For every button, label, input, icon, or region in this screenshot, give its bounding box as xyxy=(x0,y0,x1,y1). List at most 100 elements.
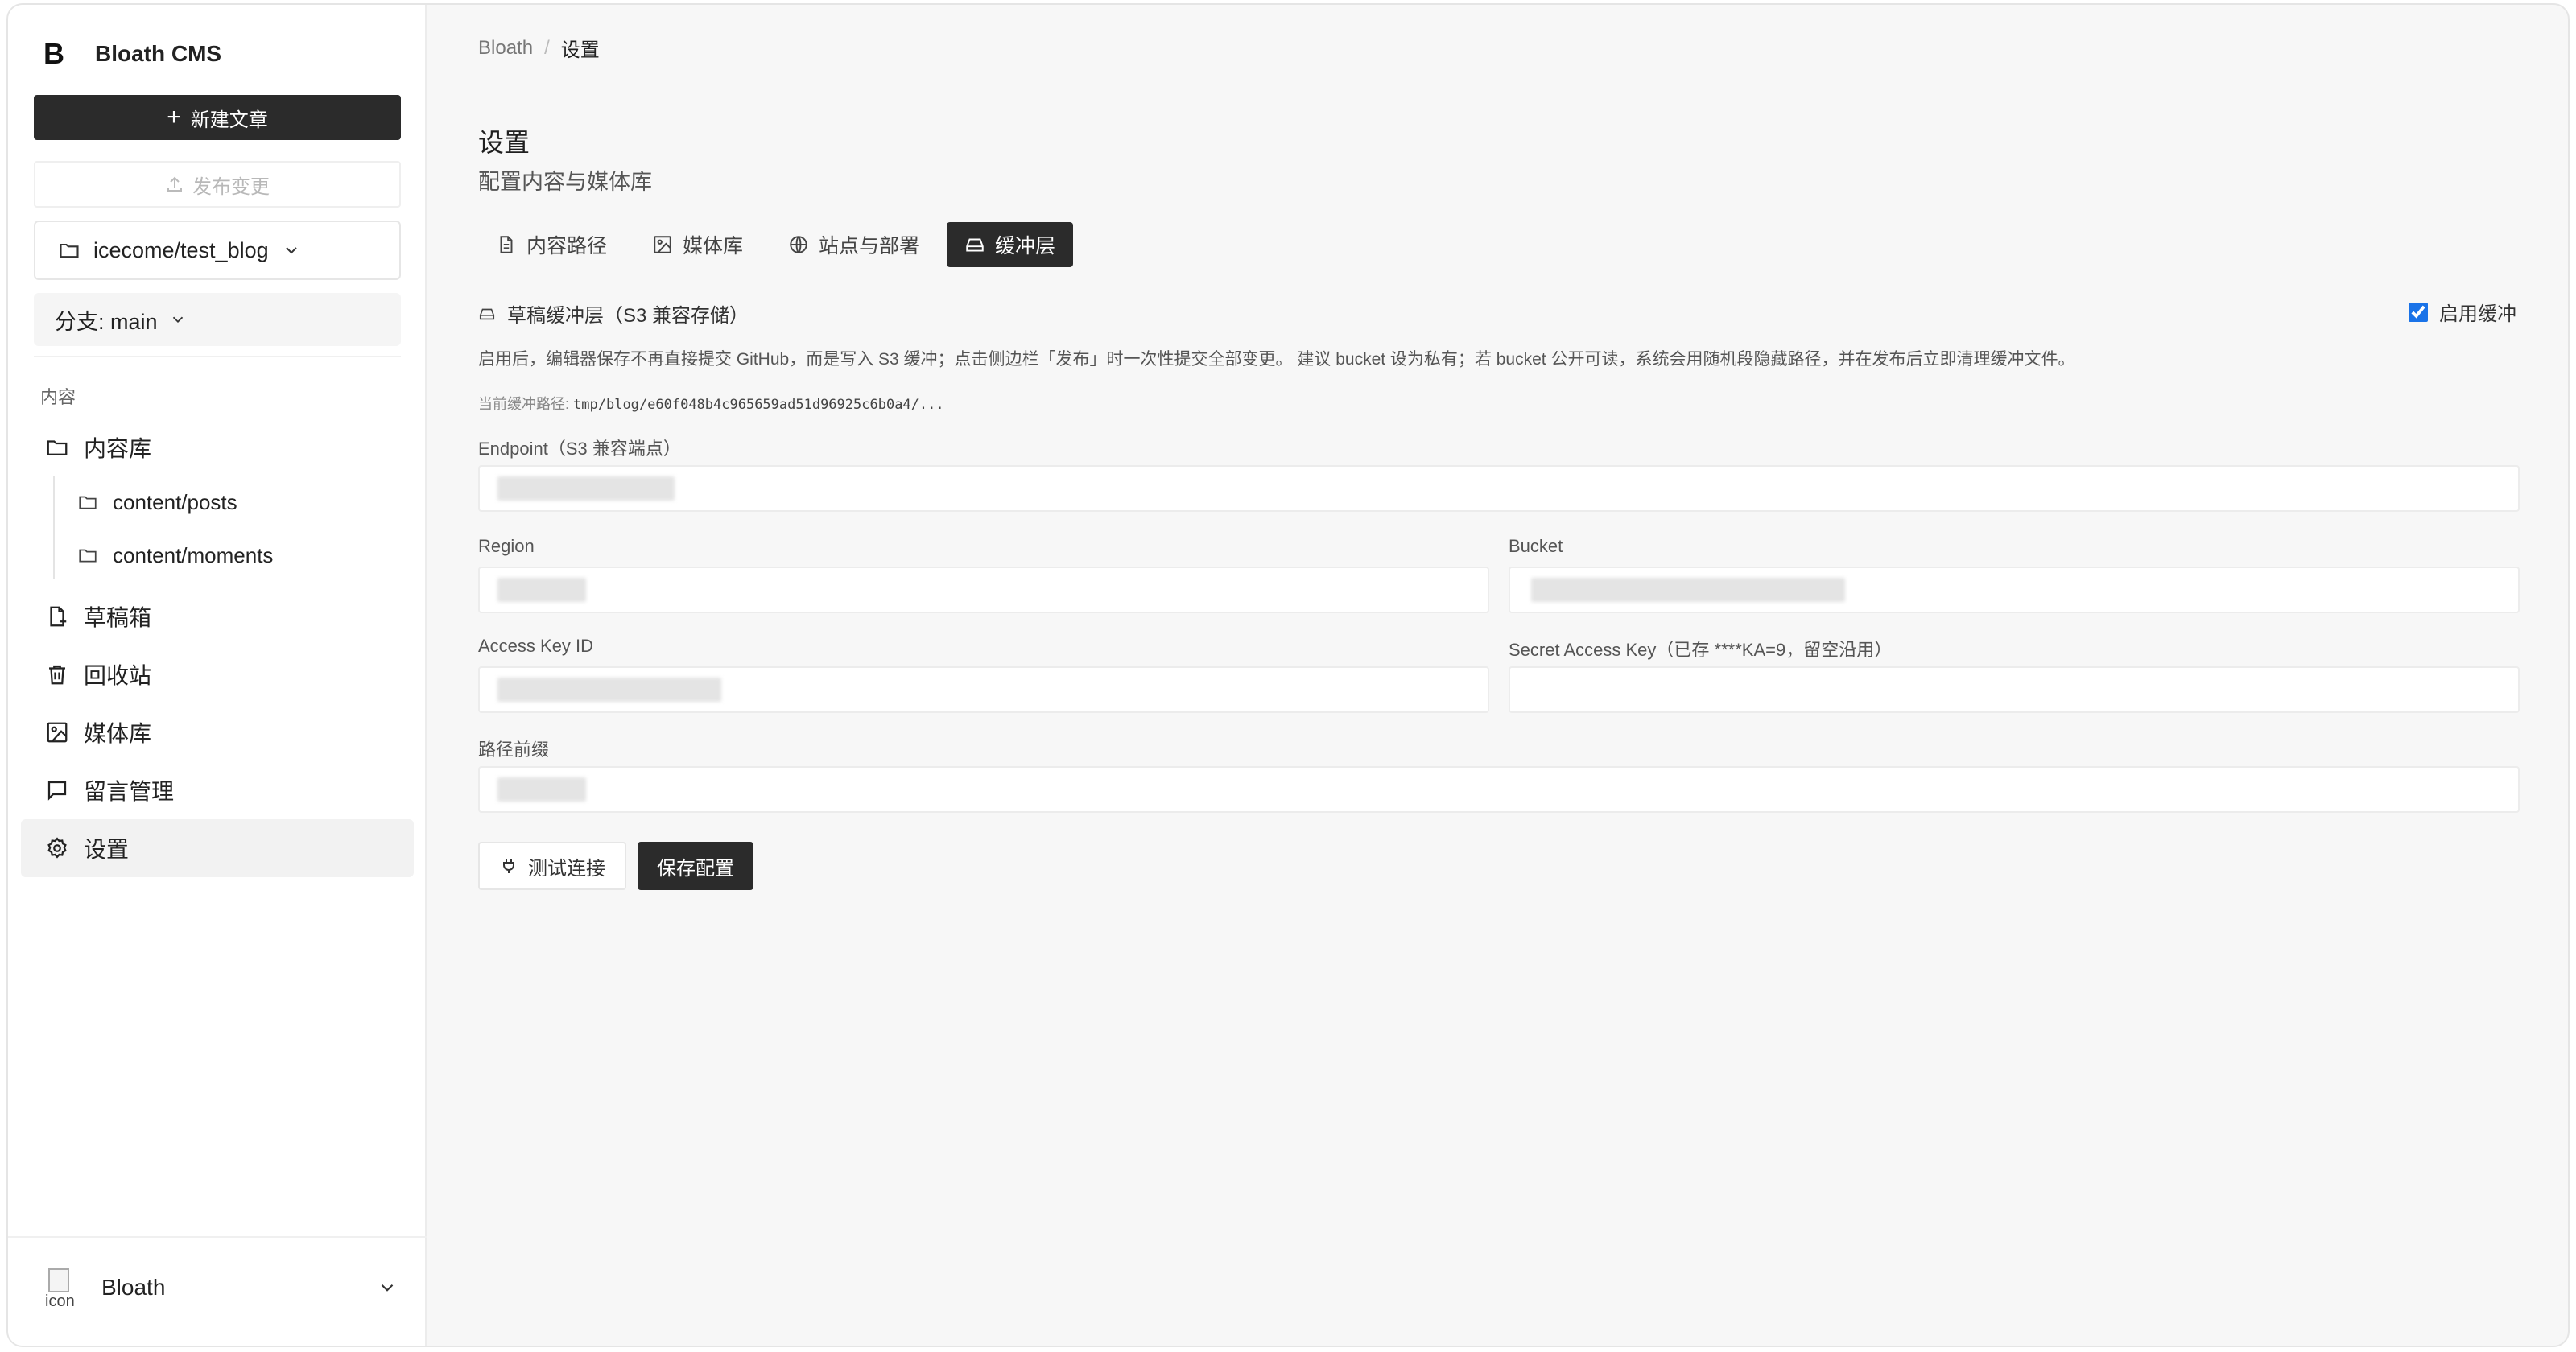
plug-icon xyxy=(499,856,518,876)
redacted-value xyxy=(497,476,675,501)
avatar-alt-text: icon xyxy=(45,1292,75,1310)
gear-icon xyxy=(45,836,71,860)
endpoint-label: Endpoint（S3 兼容端点） xyxy=(478,439,681,459)
user-name: Bloath xyxy=(101,1275,166,1300)
redacted-value xyxy=(497,777,586,802)
hard-drive-icon xyxy=(964,234,985,255)
cache-section-heading: 草稿缓冲层（S3 兼容存储） xyxy=(478,299,749,328)
user-menu[interactable]: icon Bloath xyxy=(43,1265,398,1310)
breadcrumb-separator: / xyxy=(544,36,550,59)
image-icon xyxy=(652,234,673,255)
sidebar-item-settings[interactable]: 设置 xyxy=(21,819,414,877)
repo-name: icecome/test_blog xyxy=(93,237,269,262)
settings-tabs: 内容路径 媒体库 站点与部署 缓冲层 xyxy=(478,222,1083,267)
chevron-down-icon xyxy=(169,311,187,328)
tab-label: 站点与部署 xyxy=(819,235,920,258)
sidebar: B Bloath CMS + 新建文章 发布变更 icecome/test_bl… xyxy=(8,5,427,1346)
globe-icon xyxy=(788,234,809,255)
brand[interactable]: B Bloath CMS xyxy=(43,37,221,71)
endpoint-input[interactable] xyxy=(478,465,2520,512)
upload-icon xyxy=(167,176,182,192)
sidebar-item-posts[interactable]: content/posts xyxy=(77,480,237,525)
cache-path-label: 当前缓冲路径: xyxy=(478,396,570,412)
sidebar-item-label: 内容库 xyxy=(84,436,152,461)
tree-line xyxy=(53,476,55,579)
save-config-button[interactable]: 保存配置 xyxy=(638,842,753,890)
brand-name: Bloath CMS xyxy=(95,41,222,66)
enable-cache-label: 启用缓冲 xyxy=(2439,303,2516,325)
breadcrumb-current: 设置 xyxy=(560,39,600,61)
redacted-value xyxy=(497,678,721,702)
publish-changes-button[interactable]: 发布变更 xyxy=(34,161,401,208)
secret-key-input[interactable] xyxy=(1509,666,2520,713)
new-post-button[interactable]: + 新建文章 xyxy=(34,95,401,140)
folder-icon xyxy=(77,492,98,513)
folder-icon xyxy=(58,239,80,262)
region-label: Region xyxy=(478,536,535,556)
redacted-value xyxy=(1531,578,1845,602)
test-connection-button[interactable]: 测试连接 xyxy=(478,842,626,890)
sidebar-item-trash[interactable]: 回收站 xyxy=(34,650,401,699)
user-divider xyxy=(8,1236,427,1238)
sidebar-item-drafts[interactable]: 草稿箱 xyxy=(34,592,401,641)
tab-cache-layer[interactable]: 缓冲层 xyxy=(947,222,1074,267)
path-prefix-label: 路径前缀 xyxy=(478,740,550,760)
file-text-icon xyxy=(496,234,517,255)
enable-cache-checkbox[interactable] xyxy=(2409,302,2428,322)
page-subtitle: 配置内容与媒体库 xyxy=(478,170,652,194)
sidebar-item-library[interactable]: 内容库 xyxy=(34,423,401,472)
enable-cache-toggle[interactable]: 启用缓冲 xyxy=(2409,298,2516,326)
tab-content-path[interactable]: 内容路径 xyxy=(478,222,625,267)
publish-label: 发布变更 xyxy=(192,175,270,198)
access-key-label: Access Key ID xyxy=(478,636,594,656)
sidebar-item-label: content/posts xyxy=(113,489,237,514)
sidebar-divider xyxy=(34,356,401,357)
cache-description: 启用后，编辑器保存不再直接提交 GitHub，而是写入 S3 缓冲；点击侧边栏「… xyxy=(478,350,2075,369)
chevron-down-icon xyxy=(282,241,301,260)
region-input[interactable] xyxy=(478,567,1489,613)
image-icon xyxy=(45,720,71,744)
tab-media[interactable]: 媒体库 xyxy=(634,222,761,267)
trash-icon xyxy=(45,662,71,686)
avatar: icon xyxy=(43,1265,92,1310)
cache-heading-text: 草稿缓冲层（S3 兼容存储） xyxy=(507,305,749,327)
bucket-input[interactable] xyxy=(1509,567,2520,613)
main-content: Bloath / 设置 设置 配置内容与媒体库 内容路径 媒体库 站点与部署 缓… xyxy=(427,5,2568,1346)
page-title: 设置 xyxy=(478,128,530,157)
sidebar-item-moments[interactable]: content/moments xyxy=(77,533,273,578)
cache-path: 当前缓冲路径: tmp/blog/e60f048b4c965659ad51d96… xyxy=(478,393,944,414)
sidebar-item-media[interactable]: 媒体库 xyxy=(34,708,401,756)
app-window: B Bloath CMS + 新建文章 发布变更 icecome/test_bl… xyxy=(6,3,2570,1347)
plus-icon: + xyxy=(167,104,181,130)
new-post-label: 新建文章 xyxy=(190,109,268,131)
redacted-value xyxy=(497,578,586,602)
cache-path-value: tmp/blog/e60f048b4c965659ad51d96925c6b0a… xyxy=(573,397,944,413)
test-connection-label: 测试连接 xyxy=(528,857,605,880)
sidebar-item-label: 草稿箱 xyxy=(84,605,152,630)
tab-label: 内容路径 xyxy=(526,235,608,258)
sidebar-item-label: 设置 xyxy=(84,837,130,862)
chevron-down-icon xyxy=(377,1277,398,1298)
broken-image-icon xyxy=(48,1268,69,1292)
repo-selector[interactable]: icecome/test_blog xyxy=(34,221,401,280)
file-plus-icon xyxy=(45,604,71,629)
bucket-label: Bucket xyxy=(1509,536,1563,556)
tab-site-deploy[interactable]: 站点与部署 xyxy=(770,222,937,267)
folder-icon xyxy=(45,435,71,460)
hard-drive-icon xyxy=(478,305,496,323)
sidebar-item-label: 回收站 xyxy=(84,663,152,688)
breadcrumb: Bloath / 设置 xyxy=(478,34,600,62)
brand-logo: B xyxy=(43,37,64,70)
sidebar-item-label: content/moments xyxy=(113,542,274,567)
breadcrumb-root[interactable]: Bloath xyxy=(478,37,533,60)
path-prefix-input[interactable] xyxy=(478,766,2520,813)
message-square-icon xyxy=(45,778,71,802)
branch-selector[interactable]: 分支: main xyxy=(34,293,401,346)
sidebar-item-label: 媒体库 xyxy=(84,721,152,746)
sidebar-item-comments[interactable]: 留言管理 xyxy=(34,766,401,814)
tab-label: 媒体库 xyxy=(683,235,744,258)
folder-icon xyxy=(77,545,98,566)
access-key-input[interactable] xyxy=(478,666,1489,713)
branch-label: 分支: main xyxy=(55,309,158,334)
sidebar-item-label: 留言管理 xyxy=(84,779,175,804)
